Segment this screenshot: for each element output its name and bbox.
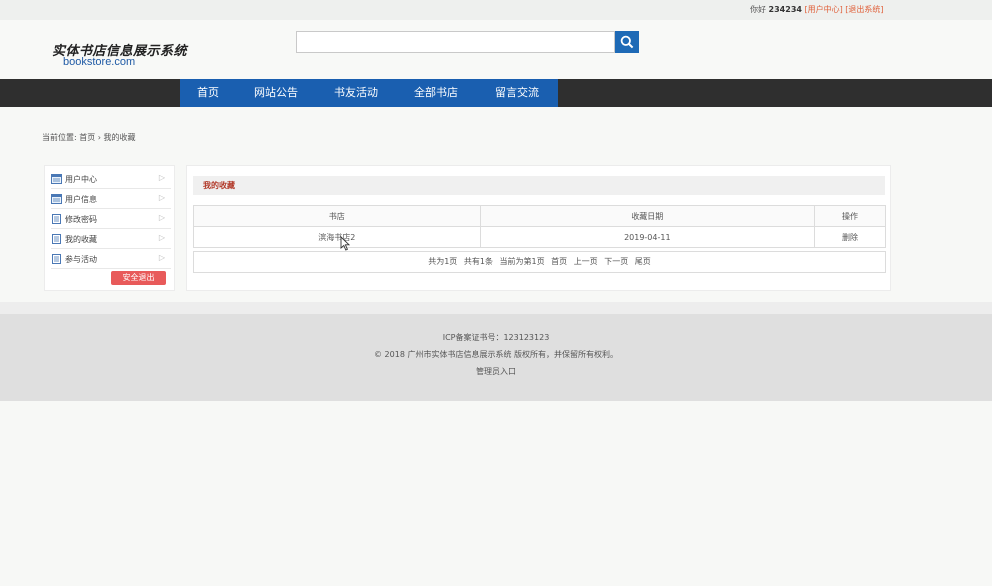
sidebar-item-label: 用户中心 <box>65 174 97 184</box>
nav-item-announcements[interactable]: 网站公告 <box>236 79 316 107</box>
nav-item-home[interactable]: 首页 <box>180 79 236 107</box>
main-nav: 首页 网站公告 书友活动 全部书店 留言交流 <box>0 79 992 107</box>
document-icon <box>52 254 61 264</box>
store-name-link[interactable]: 滨海书店2 <box>193 226 481 248</box>
sidebar-item-change-password[interactable]: 修改密码 ▷ <box>51 210 171 229</box>
panel-title: 我的收藏 <box>193 176 885 195</box>
pager-total-pages: 共为1页 <box>428 257 458 266</box>
document-icon <box>52 214 61 224</box>
header: 实体书店信息展示系统 bookstore.com <box>0 20 992 79</box>
column-header-action: 操作 <box>814 205 886 227</box>
pager-total-items: 共有1条 <box>463 257 493 266</box>
table-header-row: 书店 收藏日期 操作 <box>193 205 886 227</box>
pager-next-link[interactable]: 下一页 <box>604 257 628 266</box>
chevron-right-icon: ▷ <box>158 213 165 222</box>
sidebar-item-label: 我的收藏 <box>65 234 97 244</box>
breadcrumb: 当前位置: 首页 › 我的收藏 <box>42 133 136 142</box>
column-header-store: 书店 <box>193 205 481 227</box>
mouse-cursor-icon <box>340 236 350 251</box>
username: 234234 <box>768 5 802 14</box>
copyright-text: © 2018 广州市实体书店信息展示系统 版权所有，并保留所有权利。 <box>374 350 618 359</box>
greeting: 你好 234234 [用户中心] [退出系统] <box>750 4 884 15</box>
sidebar-item-label: 参与活动 <box>65 254 97 264</box>
pagination: 共为1页 共有1条 当前为第1页 首页 上一页 下一页 尾页 <box>193 251 886 273</box>
sidebar-item-label: 修改密码 <box>65 214 97 224</box>
pager-prev-link[interactable]: 上一页 <box>574 257 598 266</box>
logo-domain[interactable]: bookstore.com <box>63 56 135 68</box>
pager-first-link[interactable]: 首页 <box>551 257 567 266</box>
user-sidebar: 用户中心 ▷ 用户信息 ▷ 修改密码 ▷ 我的收藏 ▷ 参与活动 ▷ 安全退出 <box>44 165 175 291</box>
document-icon <box>52 234 61 244</box>
favorites-panel: 我的收藏 书店 收藏日期 操作 滨海书店2 2019-04-11 删除 共为1页… <box>186 165 891 291</box>
icp-text: ICP备案证书号：123123123 <box>442 333 550 342</box>
search-input[interactable] <box>296 31 615 53</box>
search-button[interactable] <box>615 31 639 53</box>
sidebar-item-label: 用户信息 <box>65 194 97 204</box>
sidebar-item-user-info[interactable]: 用户信息 ▷ <box>51 190 171 209</box>
sidebar-item-favorites[interactable]: 我的收藏 ▷ <box>51 230 171 249</box>
pager-last-link[interactable]: 尾页 <box>635 257 651 266</box>
admin-entry-link[interactable]: 管理员入口 <box>0 366 992 377</box>
favorite-date: 2019-04-11 <box>479 226 816 248</box>
chevron-right-icon: ▷ <box>158 193 165 202</box>
nav-item-all-stores[interactable]: 全部书店 <box>396 79 476 107</box>
table-row: 滨海书店2 2019-04-11 删除 <box>193 226 886 248</box>
nav-item-activities[interactable]: 书友活动 <box>316 79 396 107</box>
window-icon <box>51 194 62 204</box>
window-icon <box>51 174 62 184</box>
logout-link[interactable]: [退出系统] <box>845 5 883 14</box>
sidebar-item-activities[interactable]: 参与活动 ▷ <box>51 250 171 269</box>
chevron-right-icon: ▷ <box>158 173 165 182</box>
greeting-text: 你好 <box>750 5 766 14</box>
top-bar: 你好 234234 [用户中心] [退出系统] <box>0 0 992 20</box>
nav-menu: 首页 网站公告 书友活动 全部书店 留言交流 <box>180 79 558 107</box>
search-icon <box>620 35 634 49</box>
nav-item-messages[interactable]: 留言交流 <box>476 79 558 107</box>
footer: ICP备案证书号：123123123 © 2018 广州市实体书店信息展示系统 … <box>0 314 992 401</box>
column-header-date: 收藏日期 <box>479 205 816 227</box>
pager-current: 当前为第1页 <box>499 257 545 266</box>
safe-logout-button[interactable]: 安全退出 <box>111 271 166 285</box>
footer-divider <box>0 302 992 314</box>
user-center-link[interactable]: [用户中心] <box>805 5 843 14</box>
delete-link[interactable]: 删除 <box>814 226 886 248</box>
chevron-right-icon: ▷ <box>158 233 165 242</box>
chevron-right-icon: ▷ <box>158 253 165 262</box>
sidebar-item-user-center[interactable]: 用户中心 ▷ <box>51 170 171 189</box>
favorites-table: 书店 收藏日期 操作 滨海书店2 2019-04-11 删除 <box>193 205 886 248</box>
